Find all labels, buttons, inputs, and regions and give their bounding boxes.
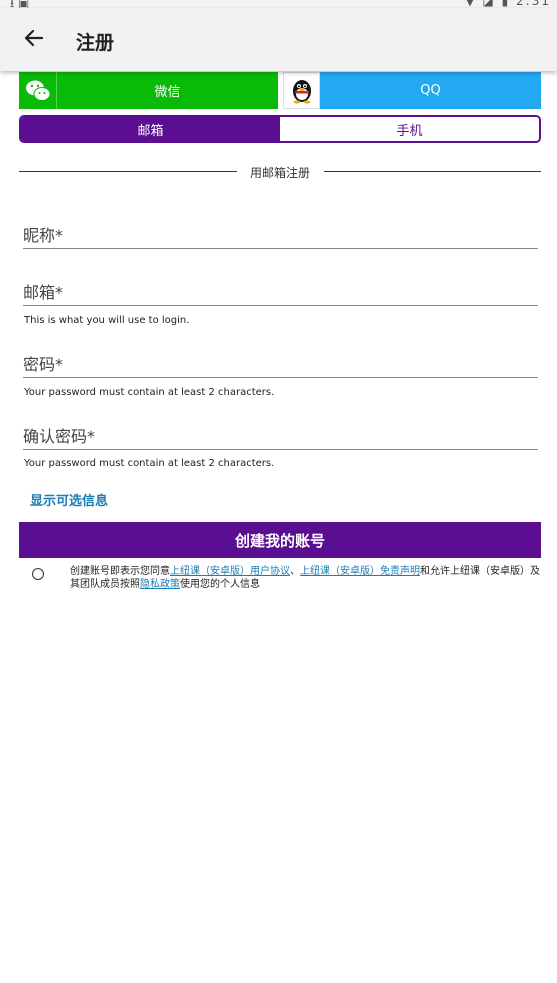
status-bar: ⭳ ▣ ▼ ◪ ▮ 2:31: [0, 0, 557, 8]
page-title: 注册: [76, 32, 115, 54]
qq-login-button[interactable]: QQ: [283, 72, 541, 109]
password-hint: Your password must contain at least 2 ch…: [24, 387, 275, 398]
wechat-icon: [19, 72, 57, 109]
divider-text: 用邮箱注册: [239, 166, 320, 180]
tab-phone[interactable]: 手机: [280, 117, 539, 141]
wechat-label: 微信: [154, 85, 181, 100]
password-label: 密码*: [23, 355, 64, 374]
password-underline: [23, 377, 538, 378]
app-bar: 注册: [0, 8, 557, 71]
back-arrow-icon[interactable]: [20, 24, 48, 52]
section-divider: 用邮箱注册: [19, 162, 541, 182]
qq-label: QQ: [420, 83, 441, 98]
status-icons: ▼ ◪ ▮: [465, 0, 511, 8]
disclaimer-link[interactable]: 上纽课（安卓版）免责声明: [300, 566, 420, 577]
status-left-icons: ⭳ ▣: [10, 0, 30, 8]
divider-text-wrap: 用邮箱注册: [19, 164, 541, 181]
status-time: 2:31: [516, 0, 551, 8]
confirm-password-underline: [23, 449, 538, 450]
terms-suffix: 使用您的个人信息: [180, 579, 260, 590]
register-method-tabs: 邮箱 手机: [19, 115, 541, 143]
email-hint: This is what you will use to login.: [24, 315, 190, 326]
nickname-underline: [23, 248, 538, 249]
email-field[interactable]: 邮箱*: [23, 279, 538, 306]
wechat-login-button[interactable]: 微信: [19, 72, 278, 109]
terms-separator: 、: [290, 566, 300, 577]
status-right: ▼ ◪ ▮ 2:31: [465, 0, 551, 8]
email-label: 邮箱*: [23, 283, 64, 302]
nickname-field[interactable]: 昵称*: [23, 222, 538, 249]
qq-penguin-icon: [283, 72, 320, 109]
password-field[interactable]: 密码*: [23, 351, 538, 378]
create-account-button[interactable]: 创建我的账号: [19, 522, 541, 558]
confirm-password-field[interactable]: 确认密码*: [23, 423, 538, 450]
agree-terms-radio[interactable]: [32, 568, 44, 580]
show-optional-info-link[interactable]: 显示可选信息: [30, 490, 108, 509]
tab-email[interactable]: 邮箱: [21, 117, 280, 141]
privacy-policy-link[interactable]: 隐私政策: [140, 579, 180, 590]
confirm-password-hint: Your password must contain at least 2 ch…: [24, 458, 275, 469]
confirm-password-label: 确认密码*: [23, 427, 96, 446]
terms-text: 创建账号即表示您同意上纽课（安卓版）用户协议、上纽课（安卓版）免责声明和允许上纽…: [70, 565, 540, 591]
terms-prefix: 创建账号即表示您同意: [70, 566, 170, 577]
email-underline: [23, 305, 538, 306]
user-agreement-link[interactable]: 上纽课（安卓版）用户协议: [170, 566, 290, 577]
nickname-label: 昵称*: [23, 226, 64, 245]
